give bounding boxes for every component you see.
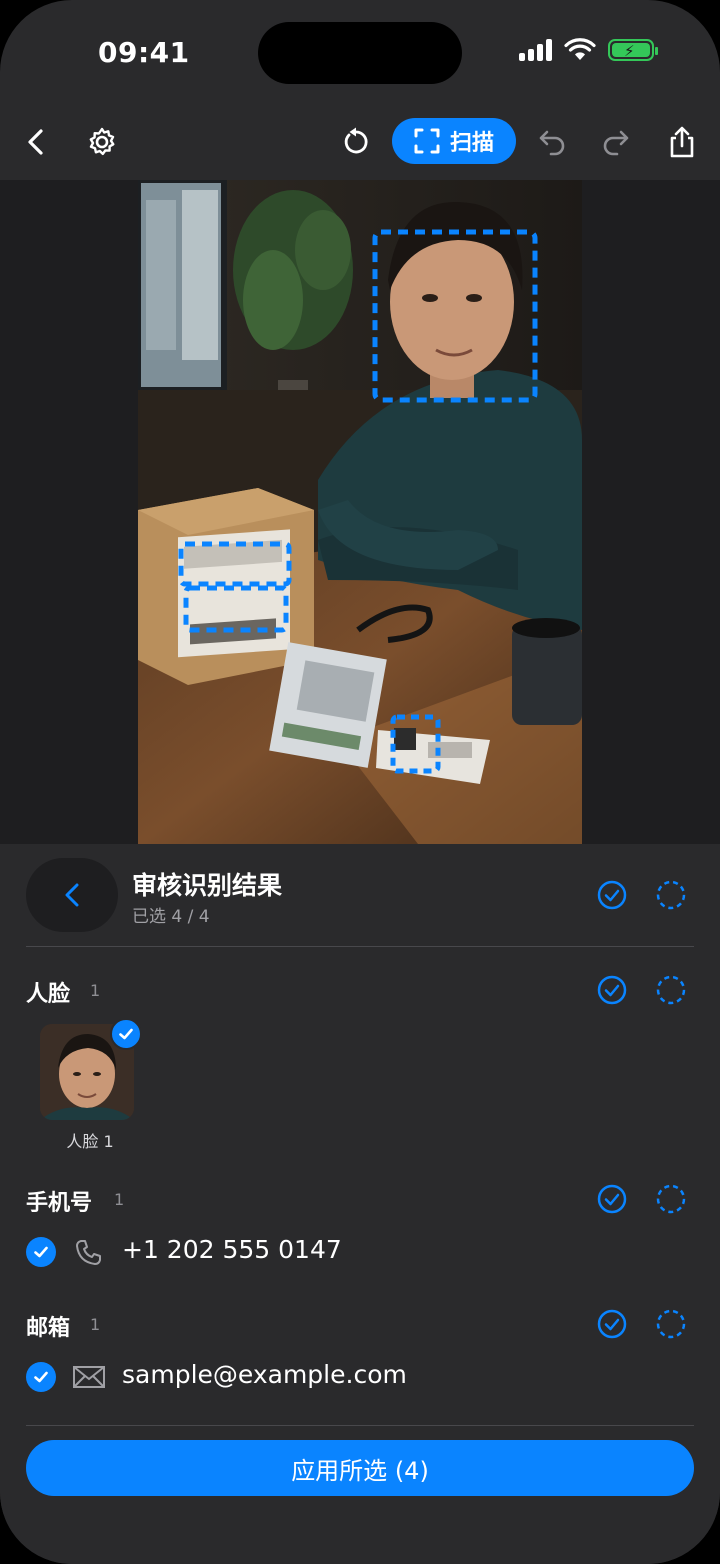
emails-count: 1 (90, 1315, 101, 1334)
review-title: 审核识别结果 (132, 871, 283, 900)
email-item-check-icon[interactable] (26, 1362, 56, 1392)
phone-screen: 09:41 ⚡ 扫描 审核识别结果 已选 4 / 4 人脸 1 人脸 1 手机号… (0, 0, 720, 1564)
photo-preview-area (0, 180, 720, 844)
select-all-check-icon[interactable] (597, 880, 627, 910)
panel-back-button[interactable] (26, 858, 118, 932)
scan-label: 扫描 (449, 131, 494, 156)
apply-selected-button[interactable]: 应用所选 (4) (26, 1440, 694, 1496)
phones-count: 1 (114, 1190, 125, 1209)
deselect-all-icon[interactable] (656, 880, 686, 910)
undo-icon[interactable] (530, 120, 574, 164)
face-label: 人脸 1 (66, 1132, 114, 1151)
divider (26, 946, 694, 947)
phone-item-check-icon[interactable] (26, 1237, 56, 1267)
faces-deselect-icon[interactable] (656, 975, 686, 1005)
faces-count: 1 (90, 981, 101, 1000)
faces-select-all-icon[interactable] (597, 975, 627, 1005)
phones-select-all-icon[interactable] (597, 1184, 627, 1214)
signal-icon (519, 39, 552, 61)
rotate-icon[interactable] (334, 120, 378, 164)
phone-number-value: +1 202 555 0147 (122, 1235, 342, 1264)
faces-section-title: 人脸 (26, 982, 71, 1007)
review-panel: 审核识别结果 已选 4 / 4 人脸 1 人脸 1 手机号 1 +1 202 5… (0, 844, 720, 1564)
status-time: 09:41 (98, 36, 190, 69)
photo-illustration (138, 180, 582, 844)
scan-button[interactable]: 扫描 (392, 118, 516, 164)
phone-icon (72, 1237, 106, 1267)
redo-icon[interactable] (594, 120, 638, 164)
divider (26, 1425, 694, 1426)
emails-select-all-icon[interactable] (597, 1309, 627, 1339)
scan-frame-icon (414, 128, 440, 154)
wifi-icon (564, 38, 596, 60)
phones-section-title: 手机号 (26, 1191, 93, 1216)
dynamic-island (258, 22, 462, 84)
gear-icon[interactable] (80, 120, 124, 164)
editor-toolbar: 扫描 (0, 106, 720, 178)
status-icons: ⚡ (519, 38, 658, 62)
photo-image[interactable] (138, 180, 582, 844)
share-icon[interactable] (660, 120, 704, 164)
phones-deselect-icon[interactable] (656, 1184, 686, 1214)
selection-count: 已选 4 / 4 (132, 907, 210, 927)
back-icon[interactable] (14, 120, 58, 164)
face-selected-check-icon[interactable] (110, 1018, 142, 1050)
chevron-left-icon (65, 883, 79, 907)
email-value: sample@example.com (122, 1360, 407, 1389)
mail-icon (72, 1362, 106, 1392)
emails-deselect-icon[interactable] (656, 1309, 686, 1339)
battery-icon: ⚡ (608, 39, 658, 61)
emails-section-title: 邮箱 (26, 1316, 71, 1341)
